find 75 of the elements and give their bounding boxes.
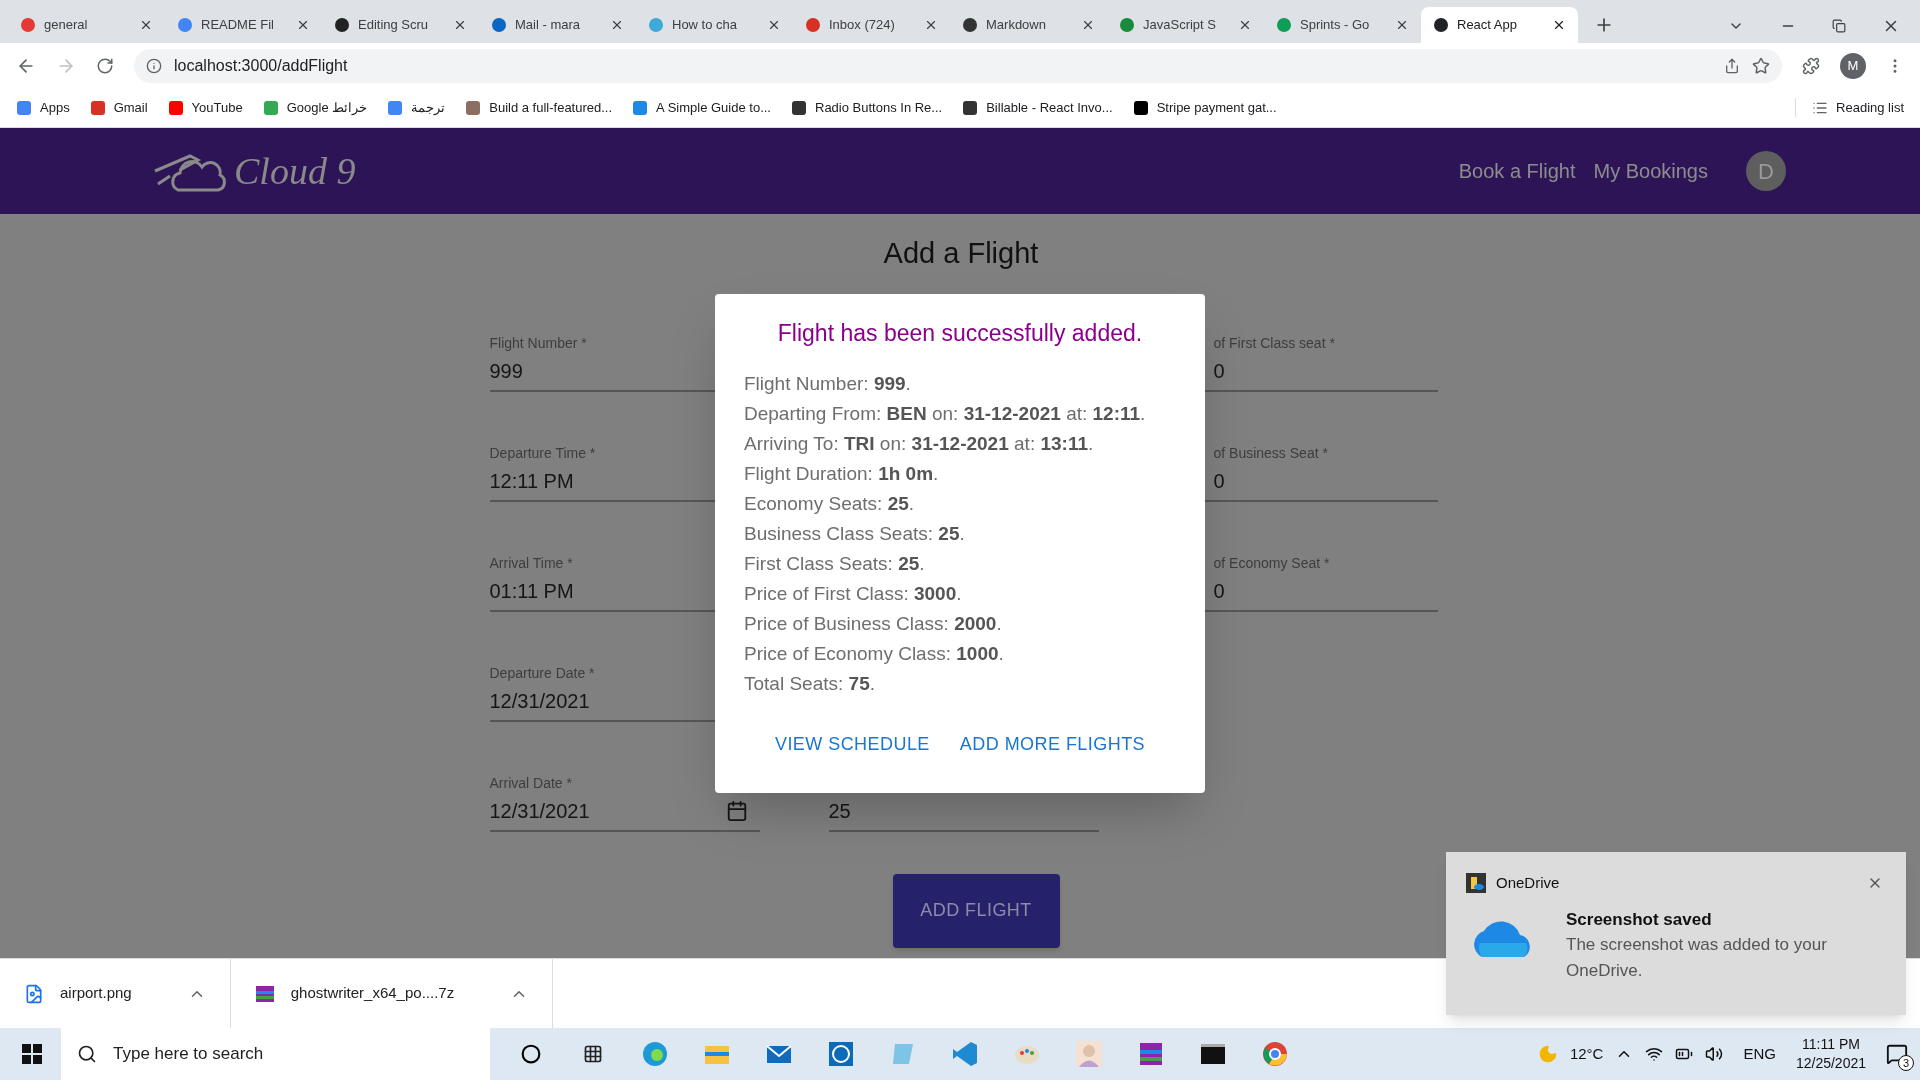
bookmark-star-icon[interactable] <box>1752 56 1770 75</box>
browser-tab[interactable]: Inbox (724) <box>793 7 950 43</box>
bookmark-link[interactable]: ترجمة <box>387 97 446 118</box>
bookmark-link[interactable]: A Simple Guide to... <box>632 97 771 118</box>
notification-count: 3 <box>1898 1055 1914 1071</box>
close-icon[interactable] <box>1395 18 1409 32</box>
browser-tab[interactable]: README Fil <box>165 7 322 43</box>
flight-detail: Arriving To: TRI on: 31-12-2021 at: 13:11. <box>744 431 1095 456</box>
close-icon[interactable] <box>453 18 467 32</box>
browser-tab[interactable]: general <box>8 7 165 43</box>
folder-cloud-icon <box>1466 873 1486 894</box>
close-icon[interactable] <box>1238 18 1252 32</box>
flight-detail: Price of Business Class: 2000. <box>744 611 1003 636</box>
reading-list-link[interactable]: Reading list <box>1795 97 1904 118</box>
restore-icon[interactable] <box>1832 19 1846 33</box>
field-label: Flight Number * <box>489 333 588 349</box>
browser-tab[interactable]: JavaScript S <box>1107 7 1264 43</box>
logo-text: Cloud 9 <box>234 148 356 194</box>
browser-tab[interactable]: Markdown <box>950 7 1107 43</box>
browser-tab[interactable]: Editing Scru <box>322 7 479 43</box>
close-icon[interactable] <box>1552 18 1566 32</box>
dialog-action-button[interactable]: ADD MORE FLIGHTS <box>951 724 1154 764</box>
bookmark-link[interactable]: Build a full-featured... <box>465 97 613 118</box>
close-icon[interactable] <box>296 18 310 32</box>
field-label: of Business Seat * <box>1213 443 1329 459</box>
page-title: Add a Flight <box>883 236 1039 271</box>
toast-title: Screenshot saved <box>1566 908 1713 931</box>
close-icon[interactable] <box>139 18 153 32</box>
nav-link[interactable]: My Bookings <box>1593 156 1708 186</box>
field-label: Departure Date * <box>489 663 596 679</box>
weather-reading[interactable]: 12°C <box>1569 1042 1604 1066</box>
search-field[interactable]: Type here to search <box>61 1028 490 1080</box>
bookmark-link[interactable]: Gmail <box>89 97 148 118</box>
profile-avatar[interactable]: M <box>1840 52 1866 79</box>
browser-tab[interactable]: How to cha <box>636 7 793 43</box>
browser-tab[interactable]: React App <box>1421 7 1578 43</box>
add-flight-button[interactable]: ADD FLIGHT <box>892 873 1060 948</box>
extensions-icon[interactable] <box>1802 56 1820 75</box>
bookmark-link[interactable]: Radio Buttons In Re... <box>791 97 943 118</box>
image-file-icon <box>24 983 44 1004</box>
info-icon[interactable] <box>146 57 162 74</box>
archive-icon <box>254 983 275 1004</box>
browser-tab[interactable]: Sprints - Go <box>1264 7 1421 43</box>
toast-message: The screenshot was added to your OneDrive. <box>1566 934 1828 982</box>
field-label: of First Class seat * <box>1213 333 1336 349</box>
bookmark-link[interactable]: Apps <box>16 97 70 118</box>
calendar-icon[interactable] <box>725 799 748 822</box>
flight-detail: Departing From: BEN on: 31-12-2021 at: 12:11. <box>744 401 1146 426</box>
browser-tab[interactable]: Mail - mara <box>479 7 636 43</box>
close-icon[interactable] <box>767 18 781 32</box>
bookmark-link[interactable]: Stripe payment gat... <box>1132 97 1277 118</box>
reload-icon[interactable] <box>96 56 114 75</box>
clock[interactable]: 11:11 PM 12/25/2021 <box>1795 1035 1866 1073</box>
close-icon[interactable] <box>610 18 624 32</box>
share-icon[interactable] <box>1724 57 1740 74</box>
search-icon <box>77 1044 97 1064</box>
close-icon[interactable] <box>1081 18 1095 32</box>
app-name: OneDrive <box>1496 873 1560 893</box>
start-icon[interactable] <box>22 1044 42 1064</box>
notifications-icon[interactable] <box>1886 1043 1908 1065</box>
flight-detail: Business Class Seats: 25. <box>744 521 966 546</box>
language-indicator[interactable]: ENG <box>1743 1042 1776 1066</box>
volume-icon[interactable] <box>1705 1045 1724 1063</box>
bookmark-link[interactable]: Billable - React Invo... <box>962 97 1113 118</box>
nav-link[interactable]: Book a Flight <box>1458 156 1576 186</box>
dialog-title: Flight has been successfully added. <box>777 319 1143 348</box>
bookmark-link[interactable]: YouTube <box>167 97 243 118</box>
dialog-action-button[interactable]: VIEW SCHEDULE <box>766 724 938 764</box>
address-field[interactable]: localhost:3000/addFlight <box>134 48 1782 83</box>
close-icon[interactable] <box>924 18 938 32</box>
bookmark-link[interactable]: Google خرائط <box>262 97 368 118</box>
wifi-icon[interactable] <box>1645 1045 1664 1063</box>
field-label: of Economy Seat * <box>1213 553 1331 569</box>
flight-detail: Price of Economy Class: 1000. <box>744 641 1005 666</box>
field-label: Arrival Date * <box>489 773 573 789</box>
